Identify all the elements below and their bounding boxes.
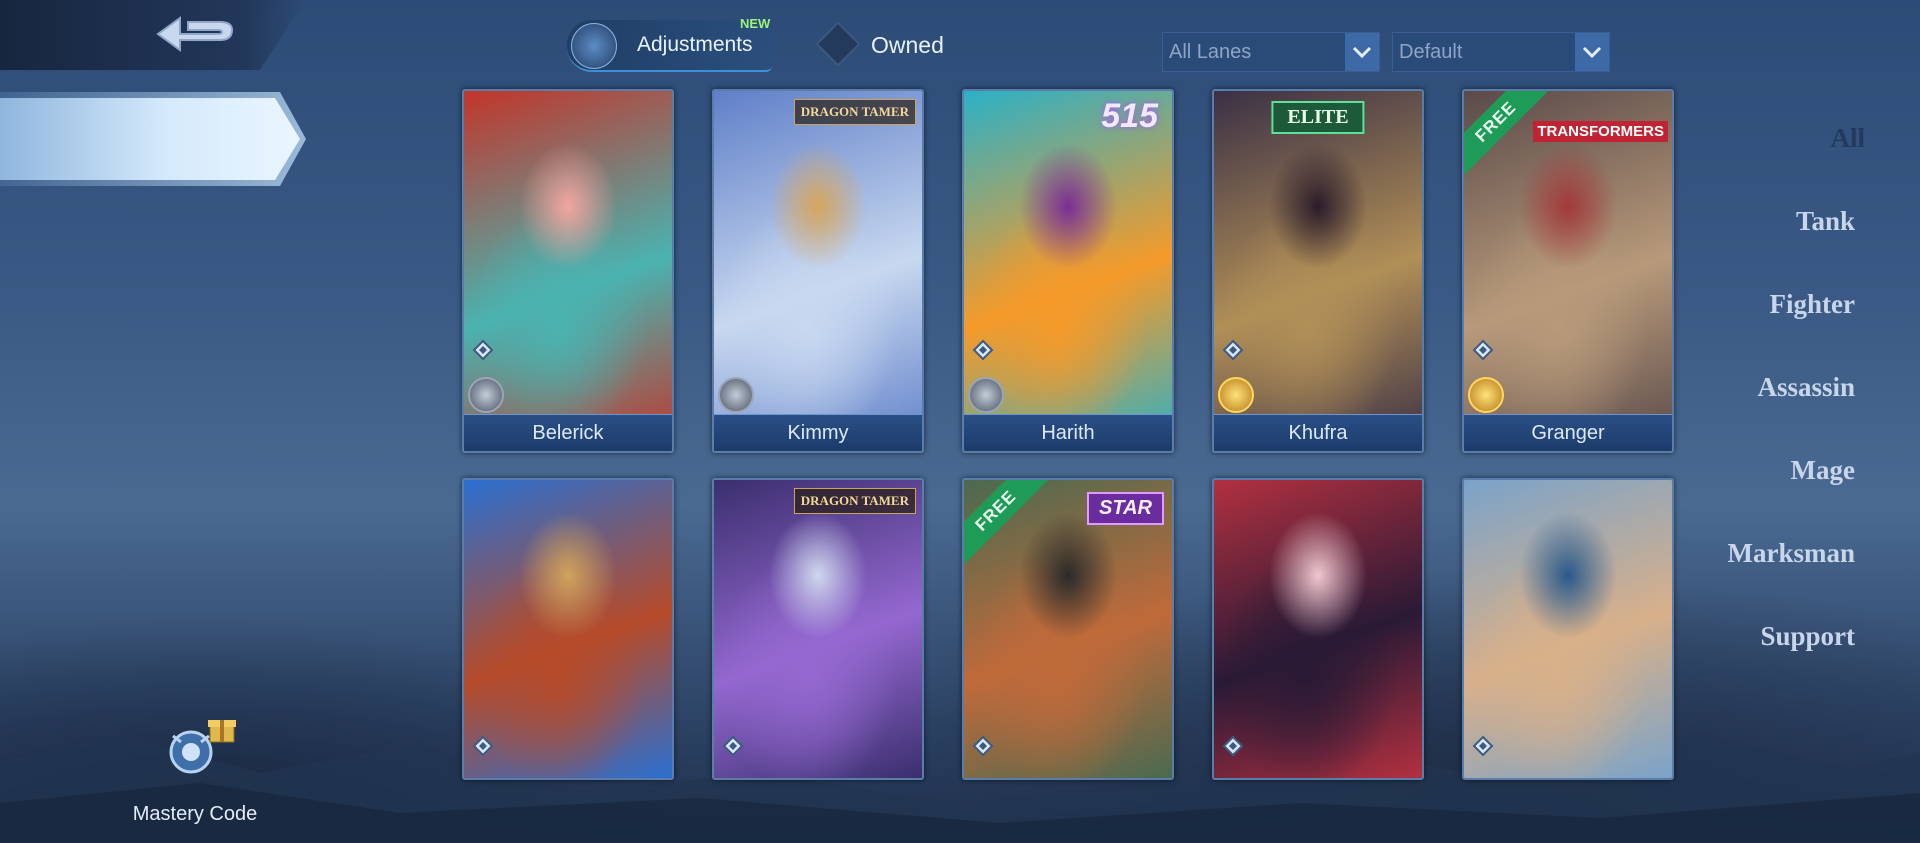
hero-name: Kimmy xyxy=(787,422,849,444)
hero-card[interactable]: FREE TRANSFORMERS Granger xyxy=(1462,89,1674,453)
sidebar-item-tank[interactable]: Tank xyxy=(1796,206,1855,237)
hero-card[interactable] xyxy=(1212,478,1424,780)
gift-box-icon xyxy=(208,720,236,743)
hero-name-bar: Harith xyxy=(964,414,1172,451)
sidebar-item-mage[interactable]: Mage xyxy=(1791,455,1855,486)
lane-icon xyxy=(1222,735,1244,757)
skin-series-badge: ELITE xyxy=(1271,101,1365,134)
hero-portrait xyxy=(1464,480,1672,778)
lane-icon xyxy=(472,735,494,757)
lane-icon xyxy=(1472,735,1494,757)
lane-icon xyxy=(472,339,494,361)
skin-series-badge: STAR xyxy=(1087,492,1164,525)
hero-card[interactable] xyxy=(462,478,674,780)
lane-icon xyxy=(1472,339,1494,361)
sidebar-item-all[interactable]: All xyxy=(1830,123,1865,154)
sidebar-item-support[interactable]: Support xyxy=(1760,621,1855,652)
new-badge: NEW xyxy=(740,16,771,31)
mastery-medal-icon xyxy=(1218,377,1254,413)
hero-card[interactable] xyxy=(1462,478,1674,780)
sort-filter-dropdown[interactable]: Default xyxy=(1392,32,1610,72)
hero-name-bar: Kimmy xyxy=(714,414,922,451)
skin-series-badge: 515 xyxy=(1101,97,1158,135)
back-arrow-icon xyxy=(156,16,234,52)
hero-name-bar: Khufra xyxy=(1214,414,1422,451)
skin-series-badge: DRAGON TAMER xyxy=(793,99,916,125)
hero-name-bar: Granger xyxy=(1464,414,1672,451)
hero-portrait xyxy=(464,480,672,778)
sidebar-item-fighter[interactable]: Fighter xyxy=(1770,289,1855,320)
hero-card[interactable]: FREE STAR xyxy=(962,478,1174,780)
mastery-medal-icon xyxy=(468,377,504,413)
hero-card[interactable]: ELITE Khufra xyxy=(1212,89,1424,453)
skin-series-badge: TRANSFORMERS xyxy=(1533,121,1668,142)
lane-filter-value: All Lanes xyxy=(1169,41,1252,63)
hero-name-bar: Belerick xyxy=(464,414,672,451)
hero-card[interactable]: DRAGON TAMER xyxy=(712,478,924,780)
mastery-medal-icon xyxy=(1468,377,1504,413)
adjustments-emblem-icon xyxy=(571,23,617,69)
owned-label: Owned xyxy=(871,32,944,58)
sidebar-item-marksman[interactable]: Marksman xyxy=(1728,538,1856,569)
back-button[interactable] xyxy=(0,0,305,70)
mastery-medal-icon xyxy=(718,377,754,413)
hero-portrait xyxy=(714,480,922,778)
lane-icon xyxy=(972,735,994,757)
hero-name: Khufra xyxy=(1288,422,1348,444)
hero-card[interactable]: DRAGON TAMER Kimmy xyxy=(712,89,924,453)
sort-filter-value: Default xyxy=(1399,41,1463,63)
lane-filter-dropdown[interactable]: All Lanes xyxy=(1162,32,1380,72)
hero-card[interactable]: 515 Harith xyxy=(962,89,1174,453)
lane-icon xyxy=(972,339,994,361)
active-tab-highlight xyxy=(0,98,300,180)
hero-name: Belerick xyxy=(532,422,604,444)
checkbox-diamond-icon xyxy=(815,21,861,67)
hero-name: Harith xyxy=(1041,422,1095,444)
chevron-down-icon xyxy=(1345,33,1379,71)
sidebar-item-assassin[interactable]: Assassin xyxy=(1757,372,1855,403)
mastery-medal-icon xyxy=(968,377,1004,413)
lane-icon xyxy=(1222,339,1244,361)
lane-icon xyxy=(722,735,744,757)
chevron-down-icon xyxy=(1575,33,1609,71)
skin-series-badge: DRAGON TAMER xyxy=(793,488,916,514)
hero-portrait xyxy=(1214,480,1422,778)
mastery-code-label: Mastery Code xyxy=(132,803,258,825)
hero-name: Granger xyxy=(1531,422,1605,444)
adjustments-label: Adjustments xyxy=(637,33,753,56)
hero-card[interactable]: Belerick xyxy=(462,89,674,453)
